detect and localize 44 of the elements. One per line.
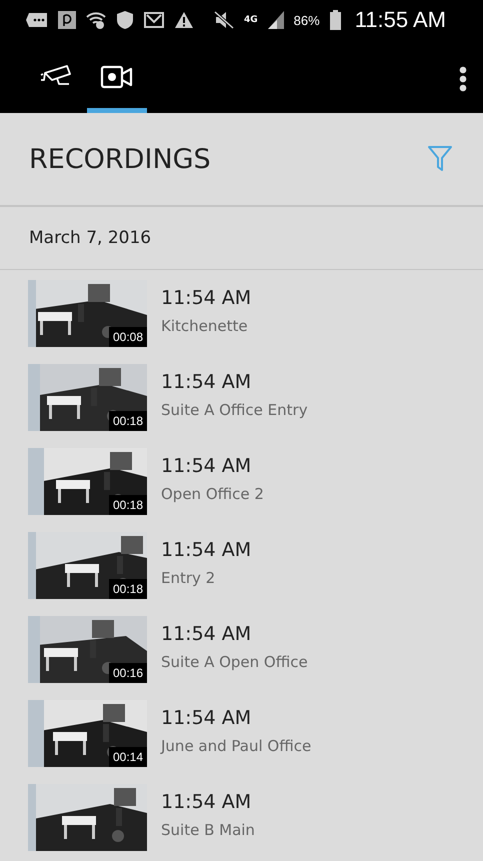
app-icon [58,11,76,29]
camera-name: Kitchenette [161,317,249,335]
camera-name: Suite A Open Office [161,653,308,671]
battery-percent: 86% [294,12,320,28]
network-label: 4G [244,16,258,24]
camera-name: Suite A Office Entry [161,401,308,419]
recording-time: 11:54 AM [161,455,252,477]
date-heading: March 7, 2016 [29,228,152,248]
page-title: RECORDINGS [29,144,211,174]
mail-icon [144,11,164,29]
camera-name: Entry 2 [161,569,216,587]
warning-icon [174,11,194,29]
recording-item[interactable]: 00:16 11:54 AM Suite A Open Office [0,616,483,700]
recording-time: 11:54 AM [161,791,252,813]
mute-icon [214,11,234,29]
duration-badge: 00:08 [108,327,147,347]
recording-time: 11:54 AM [161,539,252,561]
camera-name: June and Paul Office [161,737,312,755]
recording-item[interactable]: 00:08 11:54 AM Kitchenette [0,280,483,364]
recording-item[interactable]: 11:54 AM Suite B Main [0,784,483,854]
duration-badge: 00:18 [108,495,147,515]
recording-item[interactable]: 00:18 11:54 AM Open Office 2 [0,448,483,532]
clock-time: 11:55 AM [354,7,446,33]
duration-badge: 00:16 [108,663,147,683]
video-camera-icon [100,64,134,88]
duration-badge: 00:14 [108,747,147,767]
duration-badge: 00:18 [108,411,147,431]
recording-time: 11:54 AM [161,623,252,645]
recording-item[interactable]: 00:18 11:54 AM Suite A Office Entry [0,364,483,448]
wifi-icon [86,11,106,29]
chat-icon [26,12,48,28]
camera-name: Open Office 2 [161,485,264,503]
camera-name: Suite B Main [161,821,255,839]
duration-badge: 00:18 [108,579,147,599]
recording-time: 11:54 AM [161,707,252,729]
filter-icon [427,145,453,173]
recording-item[interactable]: 00:18 11:54 AM Entry 2 [0,532,483,616]
signal-icon [268,11,284,29]
recording-item[interactable]: 00:14 11:54 AM June and Paul Office [0,700,483,784]
recording-time: 11:54 AM [161,287,252,309]
more-icon [459,65,467,93]
recording-time: 11:54 AM [161,371,252,393]
battery-icon [330,10,341,30]
shield-icon [116,10,134,30]
